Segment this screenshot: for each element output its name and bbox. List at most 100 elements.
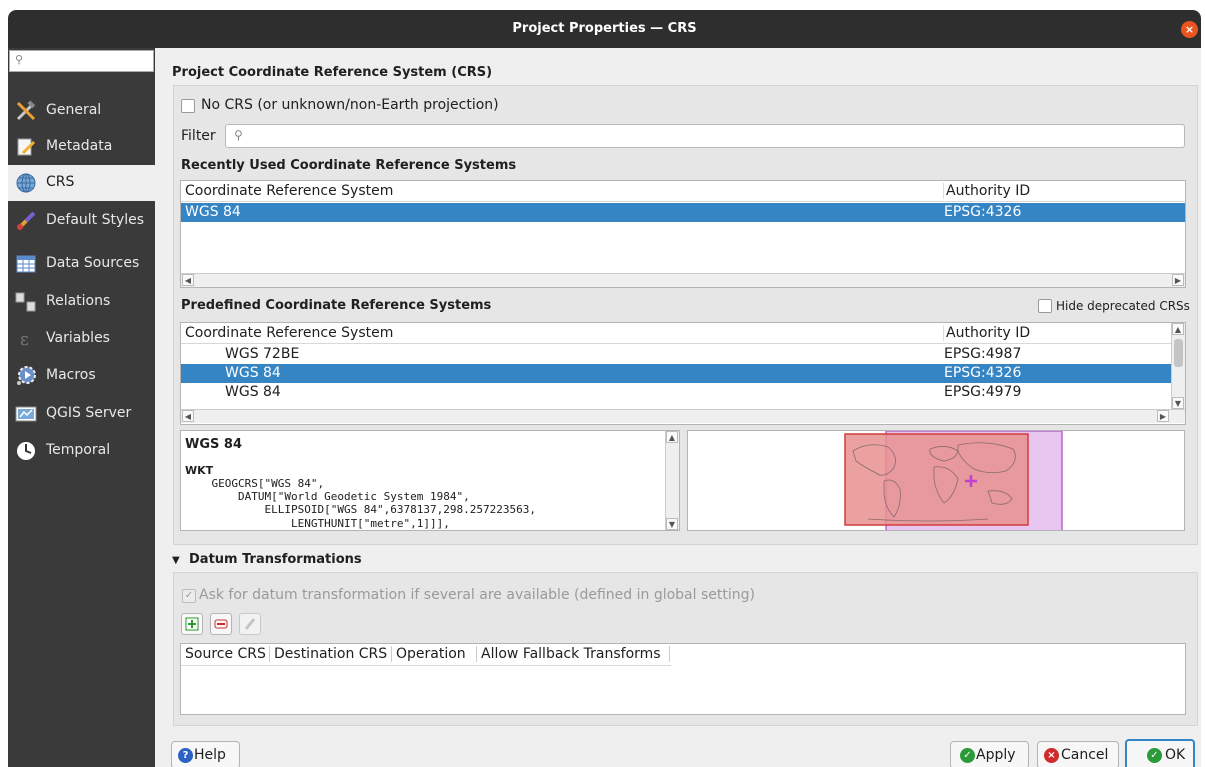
crs-name: WGS 84 [185, 204, 241, 220]
sidebar-item-default-styles[interactable]: Default Styles [8, 203, 155, 239]
cancel-button[interactable]: × Cancel [1037, 741, 1119, 767]
svg-text:ε: ε [20, 330, 29, 350]
sidebar-item-metadata[interactable]: Metadata [8, 129, 155, 165]
wkt-line: DATUM["World Geodetic System 1984", [185, 490, 470, 503]
scroll-right-icon[interactable]: ▶ [1157, 410, 1169, 422]
remove-transform-button[interactable] [210, 613, 232, 635]
sidebar-item-general[interactable]: General [8, 93, 155, 129]
table-row[interactable]: WGS 84 EPSG:4979 [181, 383, 1171, 402]
column-header[interactable]: Operation [391, 646, 466, 662]
sidebar-item-crs[interactable]: CRS [8, 165, 155, 201]
apply-button-label: Apply [976, 747, 1016, 763]
column-header[interactable]: Coordinate Reference System [185, 183, 393, 199]
table-row[interactable]: WGS 72BE EPSG:4987 [181, 345, 1171, 364]
check-icon: ✓ [1147, 748, 1162, 763]
scroll-thumb[interactable] [1174, 339, 1183, 367]
pencil-icon [244, 618, 256, 630]
datum-transform-table[interactable]: Source CRS Destination CRS Operation All… [180, 643, 1186, 715]
epsilon-icon: ε [20, 330, 29, 350]
check-icon: ✓ [960, 748, 975, 763]
scroll-down-icon[interactable]: ▼ [1172, 397, 1184, 409]
scroll-left-icon[interactable]: ◀ [182, 274, 194, 286]
column-header[interactable]: Destination CRS [269, 646, 387, 662]
sidebar-item-label: Variables [46, 330, 110, 346]
edit-transform-button[interactable] [239, 613, 261, 635]
predefined-crs-table[interactable]: Coordinate Reference System Authority ID… [180, 322, 1186, 425]
column-header[interactable]: Allow Fallback Transforms [476, 646, 670, 662]
sidebar-item-qgis-server[interactable]: QGIS Server [8, 396, 155, 432]
authority-id: EPSG:4326 [944, 365, 1022, 381]
clock-icon [17, 442, 35, 460]
table-row[interactable]: WGS 84 EPSG:4326 [181, 364, 1171, 383]
horizontal-scrollbar[interactable]: ◀ ▶ [181, 409, 1185, 423]
table-header: Coordinate Reference System Authority ID [181, 323, 1171, 344]
wkt-label: WKT [185, 464, 214, 477]
crs-name: WGS 84 [225, 365, 281, 381]
dialog-window: Project Properties — CRS × ⚲ General Met… [8, 10, 1201, 767]
authority-id: EPSG:4326 [944, 204, 1022, 220]
ask-datum-checkbox[interactable]: ✓ [182, 589, 196, 603]
sidebar-item-label: Temporal [46, 442, 111, 458]
minus-icon [214, 619, 228, 629]
sidebar-search-input[interactable]: ⚲ [9, 50, 154, 72]
recent-crs-table[interactable]: Coordinate Reference System Authority ID… [180, 180, 1186, 288]
sidebar-item-relations[interactable]: Relations [8, 284, 155, 320]
scroll-right-icon[interactable]: ▶ [1172, 274, 1184, 286]
sidebar-item-label: General [46, 102, 102, 118]
sidebar-item-label: Macros [46, 367, 96, 383]
help-button-label: Help [194, 747, 226, 763]
hide-deprecated-label: Hide deprecated CRSs [1056, 299, 1190, 313]
crs-extent-rect [844, 433, 1029, 526]
horizontal-scrollbar[interactable]: ◀ ▶ [181, 273, 1185, 287]
crs-details-panel[interactable]: WGS 84 WKT GEOGCRS["WGS 84", DATUM["Worl… [180, 430, 680, 531]
vertical-scrollbar[interactable]: ▲ ▼ [1171, 323, 1185, 409]
scroll-up-icon[interactable]: ▲ [1172, 323, 1184, 335]
world-map-preview [844, 431, 1063, 530]
close-icon[interactable]: × [1181, 21, 1198, 38]
brush-icon [17, 211, 36, 230]
pencil-page-icon [17, 138, 36, 156]
table-row[interactable]: WGS 84 EPSG:4326 [181, 203, 1185, 222]
scroll-up-icon[interactable]: ▲ [666, 431, 678, 443]
plus-icon [185, 617, 199, 631]
filter-input[interactable]: ⚲ [225, 124, 1185, 148]
title-bar: Project Properties — CRS × [8, 10, 1201, 48]
crs-extent-map [687, 430, 1185, 531]
search-icon: ⚲ [234, 128, 243, 142]
add-transform-button[interactable] [181, 613, 203, 635]
datum-title[interactable]: Datum Transformations [189, 552, 362, 567]
scroll-left-icon[interactable]: ◀ [182, 410, 194, 422]
table-icon [16, 255, 36, 273]
column-header[interactable]: Authority ID [943, 325, 1030, 341]
vertical-scrollbar[interactable]: ▲ ▼ [665, 431, 679, 530]
sidebar-item-label: Relations [46, 293, 111, 309]
column-header[interactable]: Coordinate Reference System [185, 325, 393, 341]
sidebar-item-label: CRS [46, 174, 75, 190]
globe-icon [16, 173, 36, 193]
column-header[interactable]: Source CRS [185, 646, 266, 662]
sidebar-item-label: Data Sources [46, 255, 140, 271]
sidebar-item-macros[interactable]: Macros [8, 358, 155, 394]
ok-button[interactable]: ✓ OK [1125, 739, 1195, 767]
section-title: Project Coordinate Reference System (CRS… [172, 65, 493, 80]
hide-deprecated-checkbox[interactable] [1038, 299, 1052, 313]
sidebar-item-temporal[interactable]: Temporal [8, 433, 155, 469]
wrench-hammer-icon [16, 100, 36, 121]
recent-crs-title: Recently Used Coordinate Reference Syste… [181, 158, 517, 173]
sidebar-item-label: Default Styles [46, 212, 145, 228]
no-crs-checkbox[interactable] [181, 99, 195, 113]
wkt-line: ELLIPSOID["WGS 84",6378137,298.257223563… [185, 503, 536, 516]
cancel-icon: × [1044, 748, 1059, 763]
sidebar: ⚲ General Metadata CRS Default Styles Da… [8, 48, 155, 767]
column-header[interactable]: Authority ID [943, 183, 1030, 199]
apply-button[interactable]: ✓ Apply [950, 741, 1029, 767]
sidebar-item-variables[interactable]: ε Variables [8, 321, 155, 357]
help-button[interactable]: ? Help [171, 741, 240, 767]
scroll-down-icon[interactable]: ▼ [666, 518, 678, 530]
collapse-arrow-icon[interactable]: ▼ [172, 555, 180, 566]
ask-datum-label: Ask for datum transformation if several … [199, 587, 755, 603]
sidebar-item-data-sources[interactable]: Data Sources [8, 246, 155, 282]
authority-id: EPSG:4987 [944, 346, 1022, 362]
cancel-button-label: Cancel [1061, 747, 1109, 763]
ok-button-label: OK [1165, 747, 1186, 763]
